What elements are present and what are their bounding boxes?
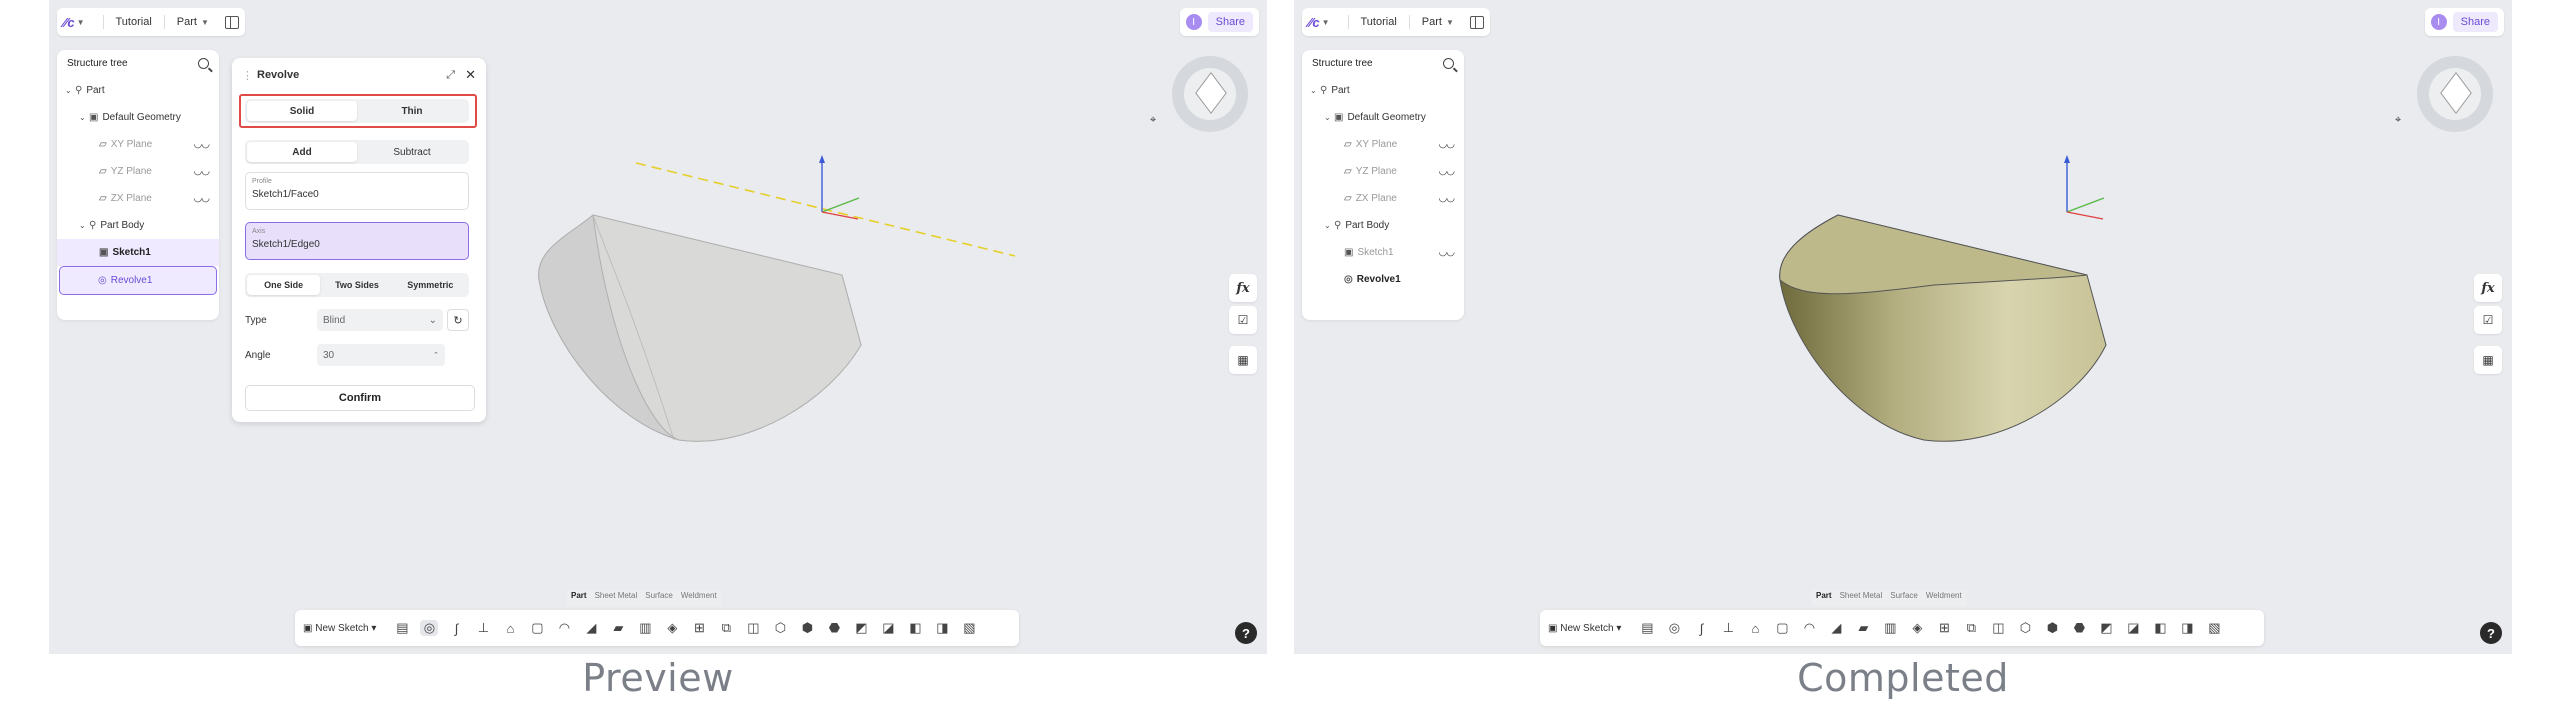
new-sketch-button[interactable]: ▣ New Sketch ▾ (1548, 623, 1621, 634)
more-icon[interactable]: ▧ (2205, 620, 2223, 636)
pattern-icon[interactable]: ◈ (663, 620, 681, 636)
extrude-icon[interactable]: ▤ (1638, 620, 1656, 636)
formula-button[interactable]: fx (2474, 274, 2502, 302)
tab-weldment[interactable]: Weldment (681, 591, 717, 605)
view-cube-icon[interactable]: ⌖ (2395, 46, 2502, 141)
preview-caption: Preview (582, 656, 734, 700)
chamfer-icon[interactable]: ◢ (582, 620, 600, 636)
tab-sheet-metal[interactable]: Sheet Metal (595, 591, 638, 605)
revolve-icon[interactable]: ◎ (1665, 620, 1683, 636)
tab-surface[interactable]: Surface (645, 591, 673, 605)
y-axis (2066, 197, 2105, 213)
extrude-icon[interactable]: ▤ (393, 620, 411, 636)
tab-part[interactable]: Part (571, 591, 587, 605)
section-icon[interactable]: ◨ (933, 620, 951, 636)
table-icon[interactable]: ▦ (2474, 346, 2502, 374)
thicken-icon[interactable]: ⬣ (825, 620, 843, 636)
fillet-icon[interactable]: ◠ (555, 620, 573, 636)
section-icon[interactable]: ◨ (2178, 620, 2196, 636)
new-sketch-button[interactable]: ▣ New Sketch ▾ (303, 623, 376, 634)
scale-icon[interactable]: ⬢ (2043, 620, 2061, 636)
move-icon[interactable]: ⬡ (771, 620, 789, 636)
rib-icon[interactable]: ⌂ (1746, 621, 1764, 636)
mode-tabs: Part Sheet Metal Surface Weldment (1812, 590, 1966, 606)
replace-face-icon[interactable]: ◩ (852, 620, 870, 636)
measure-icon[interactable]: ◧ (2151, 620, 2169, 636)
table-icon[interactable]: ▦ (1229, 346, 1257, 374)
tab-part[interactable]: Part (1816, 591, 1832, 605)
checklist-icon[interactable]: ☑ (1229, 306, 1257, 334)
hole-icon[interactable]: ▢ (528, 620, 546, 636)
chamfer-icon[interactable]: ◢ (1827, 620, 1845, 636)
x-axis (2066, 211, 2104, 220)
draft-icon[interactable]: ▰ (1854, 620, 1872, 636)
boolean-icon[interactable]: ⧉ (717, 620, 735, 636)
shell-icon[interactable]: ▥ (1881, 620, 1899, 636)
revolve-icon[interactable]: ◎ (420, 620, 439, 636)
z-axis-arrow (2064, 155, 2070, 163)
tab-surface[interactable]: Surface (1890, 591, 1918, 605)
fit-view-icon[interactable]: ⌖ (2395, 114, 2401, 127)
view-cube-icon[interactable]: ⌖ (1150, 46, 1257, 141)
delete-face-icon[interactable]: ◪ (879, 620, 897, 636)
sweep-icon[interactable]: ∫ (1692, 621, 1710, 636)
checklist-icon[interactable]: ☑ (2474, 306, 2502, 334)
feature-toolbar: ▣ New Sketch ▾ ▤ ◎ ∫ ⊥ ⌂ ▢ ◠ ◢ ▰ ▥ ◈ ⊞ ⧉… (1540, 610, 2264, 646)
loft-icon[interactable]: ⊥ (1719, 620, 1737, 636)
split-icon[interactable]: ◫ (744, 620, 762, 636)
loft-icon[interactable]: ⊥ (474, 620, 492, 636)
right-tools: fx ☑ ▦ (2474, 274, 2502, 374)
draft-icon[interactable]: ▰ (609, 620, 627, 636)
tab-weldment[interactable]: Weldment (1926, 591, 1962, 605)
fit-view-icon[interactable]: ⌖ (1150, 114, 1156, 127)
replace-face-icon[interactable]: ◩ (2097, 620, 2115, 636)
mode-tabs: Part Sheet Metal Surface Weldment (567, 590, 721, 606)
measure-icon[interactable]: ◧ (906, 620, 924, 636)
feature-toolbar: ▣ New Sketch ▾ ▤ ◎ ∫ ⊥ ⌂ ▢ ◠ ◢ ▰ ▥ ◈ ⊞ ⧉… (295, 610, 1019, 646)
delete-face-icon[interactable]: ◪ (2124, 620, 2142, 636)
right-tools: fx ☑ ▦ (1229, 274, 1257, 374)
pattern-icon[interactable]: ◈ (1908, 620, 1926, 636)
z-axis-arrow (819, 155, 825, 163)
tab-sheet-metal[interactable]: Sheet Metal (1840, 591, 1883, 605)
help-icon[interactable]: ? (1235, 622, 1257, 644)
help-icon[interactable]: ? (2480, 622, 2502, 644)
hole-icon[interactable]: ▢ (1773, 620, 1791, 636)
thicken-icon[interactable]: ⬣ (2070, 620, 2088, 636)
sweep-icon[interactable]: ∫ (447, 621, 465, 636)
move-icon[interactable]: ⬡ (2016, 620, 2034, 636)
mirror-icon[interactable]: ⊞ (690, 620, 708, 636)
mirror-icon[interactable]: ⊞ (1935, 620, 1953, 636)
scale-icon[interactable]: ⬢ (798, 620, 816, 636)
formula-button[interactable]: fx (1229, 274, 1257, 302)
preview-panel: ∕∕c ▼ Tutorial Part ▼ I Share Structure tr… (49, 0, 1267, 654)
preview-viewport[interactable] (49, 0, 1267, 654)
y-axis (821, 197, 860, 213)
completed-viewport[interactable] (1294, 0, 2512, 654)
fillet-icon[interactable]: ◠ (1800, 620, 1818, 636)
shell-icon[interactable]: ▥ (636, 620, 654, 636)
more-icon[interactable]: ▧ (960, 620, 978, 636)
boolean-icon[interactable]: ⧉ (1962, 620, 1980, 636)
completed-panel: ∕∕c ▼ Tutorial Part ▼ I Share Structure tr… (1294, 0, 2512, 654)
completed-caption: Completed (1797, 656, 2009, 700)
rib-icon[interactable]: ⌂ (501, 621, 519, 636)
split-icon[interactable]: ◫ (1989, 620, 2007, 636)
